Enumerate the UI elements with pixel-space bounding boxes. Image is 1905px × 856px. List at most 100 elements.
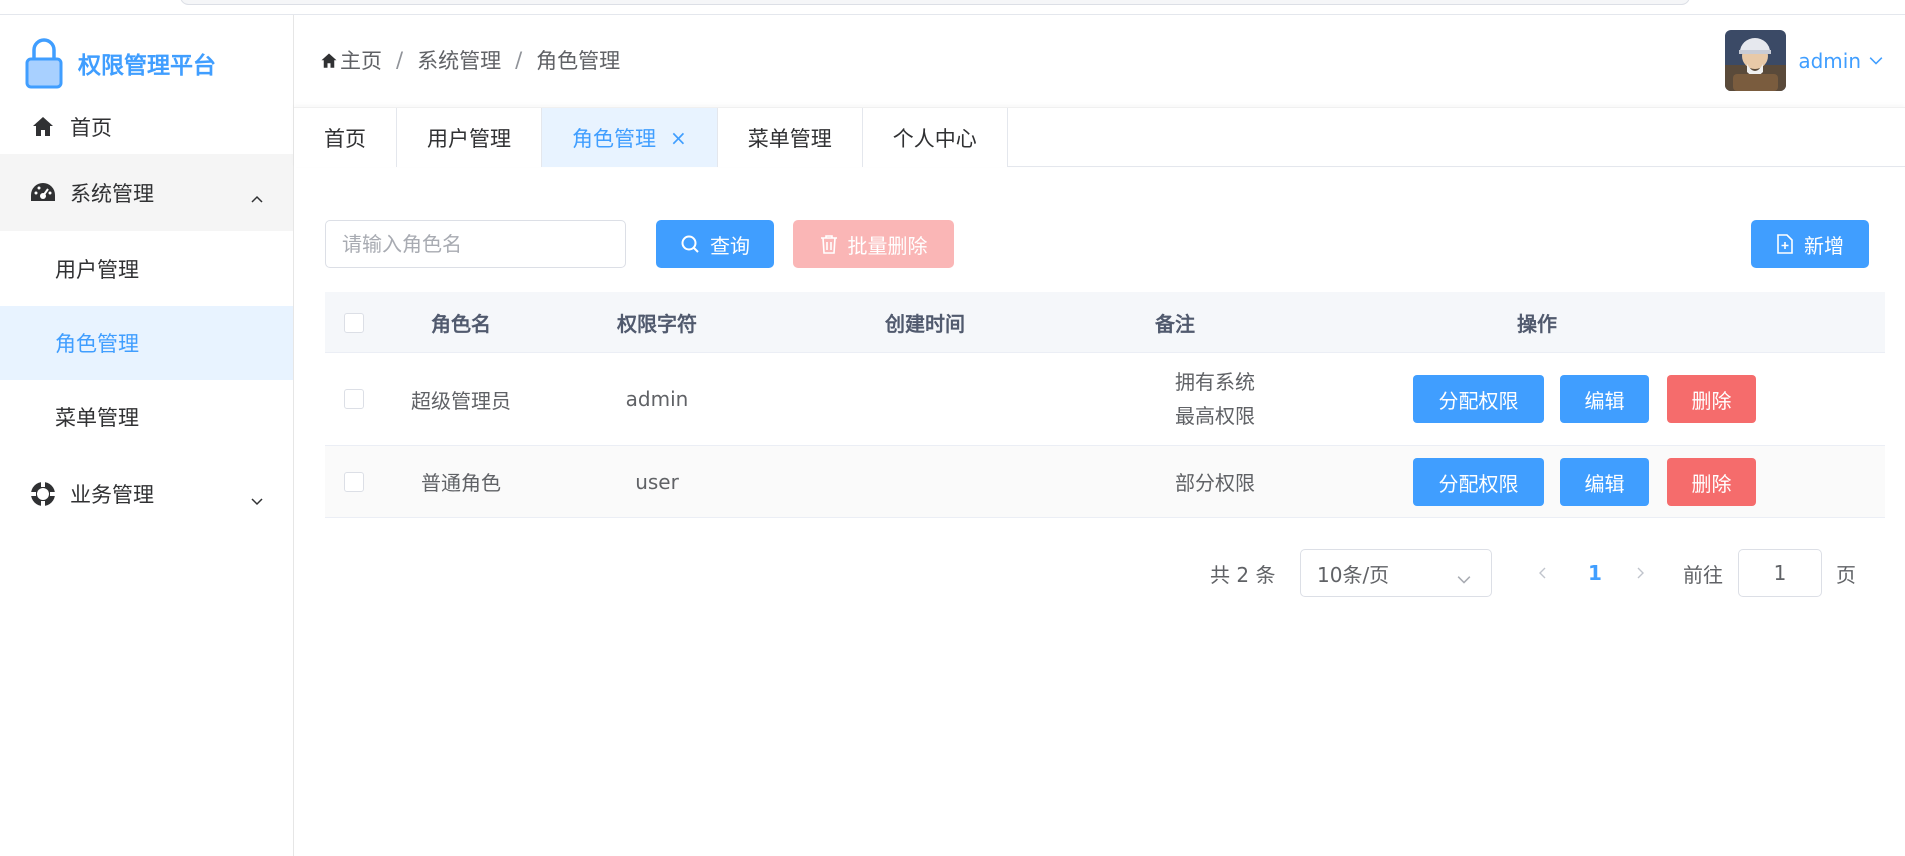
sidebar-item-users[interactable]: 用户管理 bbox=[0, 232, 293, 306]
page-size-select[interactable]: 10条/页 bbox=[1300, 549, 1492, 597]
chevron-down-icon bbox=[251, 488, 263, 505]
delete-button[interactable]: 删除 bbox=[1667, 375, 1756, 423]
chevron-up-icon bbox=[251, 187, 263, 203]
select-all-checkbox[interactable] bbox=[344, 312, 364, 333]
table-row: 普通角色 user 部分权限 分配权限 编辑 删除 bbox=[325, 446, 1885, 518]
pagination-total: 共 2 条 bbox=[1210, 562, 1276, 587]
sidebar-item-label: 角色管理 bbox=[55, 332, 139, 356]
tab-profile[interactable]: 个人中心 bbox=[862, 108, 1008, 167]
role-key-cell: user bbox=[635, 469, 679, 494]
tab-label: 角色管理 bbox=[572, 126, 656, 151]
breadcrumb-separator: / bbox=[396, 48, 404, 72]
row-select-cell bbox=[325, 353, 383, 445]
remark-text: 最高权限 bbox=[1175, 404, 1255, 428]
role-key-cell: admin bbox=[625, 387, 689, 411]
page-size-value: 10条/页 bbox=[1317, 562, 1390, 587]
add-button[interactable]: 新增 bbox=[1751, 220, 1869, 268]
toolbar: 查询 批量删除 新增 bbox=[325, 220, 1885, 268]
tab-label: 首页 bbox=[324, 126, 366, 151]
column-header: 权限字符 bbox=[617, 312, 697, 336]
next-page-button[interactable] bbox=[1628, 549, 1652, 597]
avatar[interactable] bbox=[1725, 30, 1787, 91]
row-checkbox[interactable] bbox=[344, 471, 364, 492]
page-suffix: 页 bbox=[1836, 562, 1856, 587]
remark-cell: 部分权限 bbox=[1175, 471, 1255, 495]
chevron-down-icon bbox=[1457, 567, 1471, 591]
table-row: 超级管理员 admin 拥有系统 最高权限 分配权限 编辑 删除 bbox=[325, 353, 1885, 446]
chevron-left-icon bbox=[1539, 567, 1546, 579]
breadcrumb: 主页 / 系统管理 / 角色管理 bbox=[320, 45, 620, 75]
tab-label: 用户管理 bbox=[427, 126, 511, 151]
role-name-cell: 普通角色 bbox=[421, 471, 501, 495]
sidebar-item-label: 业务管理 bbox=[70, 482, 154, 507]
document-add-icon bbox=[1777, 234, 1793, 254]
created-time-cell bbox=[775, 353, 1075, 445]
row-select-cell bbox=[325, 446, 383, 517]
assign-permissions-button[interactable]: 分配权限 bbox=[1413, 458, 1544, 506]
created-time-cell bbox=[775, 446, 1075, 517]
trash-icon bbox=[820, 235, 837, 254]
edit-button[interactable]: 编辑 bbox=[1560, 458, 1649, 506]
add-button-label: 新增 bbox=[1804, 233, 1844, 258]
remark-cell: 拥有系统 最高权限 bbox=[1175, 353, 1315, 445]
username[interactable]: admin bbox=[1798, 49, 1861, 73]
page-number-current[interactable]: 1 bbox=[1575, 549, 1615, 597]
chevron-right-icon bbox=[1637, 567, 1644, 579]
sidebar: 权限管理平台 首页 系统管理 用户管理 角色管理 菜单管理 业务管理 bbox=[0, 15, 294, 856]
tab-roles[interactable]: 角色管理 × bbox=[542, 108, 718, 167]
goto-page-input[interactable] bbox=[1738, 549, 1822, 597]
sidebar-item-label: 系统管理 bbox=[70, 181, 154, 206]
batch-delete-label: 批量删除 bbox=[847, 233, 928, 258]
tab-label: 菜单管理 bbox=[747, 126, 832, 151]
sidebar-item-label: 用户管理 bbox=[55, 258, 139, 282]
column-header: 备注 bbox=[1155, 312, 1195, 336]
address-bar[interactable] bbox=[180, 0, 1690, 5]
delete-button[interactable]: 删除 bbox=[1667, 458, 1756, 506]
query-button[interactable]: 查询 bbox=[656, 220, 774, 268]
browser-top-bar bbox=[0, 0, 1905, 15]
search-icon bbox=[681, 235, 699, 253]
goto-label: 前往 bbox=[1683, 562, 1723, 587]
row-checkbox[interactable] bbox=[344, 389, 364, 409]
sidebar-item-label: 菜单管理 bbox=[55, 406, 139, 430]
home-icon bbox=[320, 51, 338, 69]
assign-permissions-button[interactable]: 分配权限 bbox=[1413, 375, 1544, 423]
edit-button[interactable]: 编辑 bbox=[1560, 375, 1649, 423]
tab-label: 个人中心 bbox=[892, 126, 977, 151]
query-button-label: 查询 bbox=[710, 233, 750, 258]
home-icon bbox=[30, 114, 56, 140]
sidebar-item-business[interactable]: 业务管理 bbox=[0, 455, 293, 532]
table-header: 角色名 权限字符 创建时间 备注 操作 bbox=[325, 292, 1885, 353]
breadcrumb-system[interactable]: 系统管理 bbox=[417, 45, 501, 75]
breadcrumb-home[interactable]: 主页 bbox=[340, 45, 382, 75]
close-icon[interactable]: × bbox=[670, 126, 687, 150]
breadcrumb-separator: / bbox=[515, 48, 523, 72]
tab-bar: 首页 用户管理 角色管理 × 菜单管理 个人中心 bbox=[294, 107, 1905, 167]
circle-icon bbox=[30, 480, 56, 507]
dashboard-icon bbox=[30, 180, 56, 206]
pagination: 共 2 条 10条/页 1 前往 页 bbox=[325, 549, 1885, 597]
breadcrumb-roles: 角色管理 bbox=[536, 49, 621, 73]
tab-home[interactable]: 首页 bbox=[294, 108, 397, 167]
header: 主页 / 系统管理 / 角色管理 admin bbox=[294, 15, 1905, 107]
logo: 权限管理平台 bbox=[24, 33, 216, 93]
sidebar-item-system[interactable]: 系统管理 bbox=[0, 154, 293, 231]
lock-icon bbox=[24, 37, 64, 89]
role-name-search-input[interactable] bbox=[325, 220, 626, 268]
remark-text: 拥有系统 bbox=[1175, 370, 1255, 394]
app-title: 权限管理平台 bbox=[78, 53, 216, 79]
role-name-cell: 超级管理员 bbox=[411, 388, 511, 413]
prev-page-button[interactable] bbox=[1531, 549, 1555, 597]
sidebar-item-menus[interactable]: 菜单管理 bbox=[0, 380, 293, 454]
batch-delete-button[interactable]: 批量删除 bbox=[793, 220, 954, 268]
user-menu[interactable]: admin bbox=[1725, 30, 1883, 91]
sidebar-item-label: 首页 bbox=[70, 115, 112, 140]
chevron-down-icon[interactable] bbox=[1869, 48, 1883, 73]
column-header: 角色名 bbox=[431, 312, 491, 336]
column-header: 操作 bbox=[1517, 312, 1557, 336]
tab-users[interactable]: 用户管理 bbox=[397, 108, 542, 167]
sidebar-item-roles[interactable]: 角色管理 bbox=[0, 306, 293, 380]
select-all-cell bbox=[325, 292, 383, 353]
column-header: 创建时间 bbox=[885, 312, 965, 336]
tab-menus[interactable]: 菜单管理 bbox=[717, 108, 863, 167]
